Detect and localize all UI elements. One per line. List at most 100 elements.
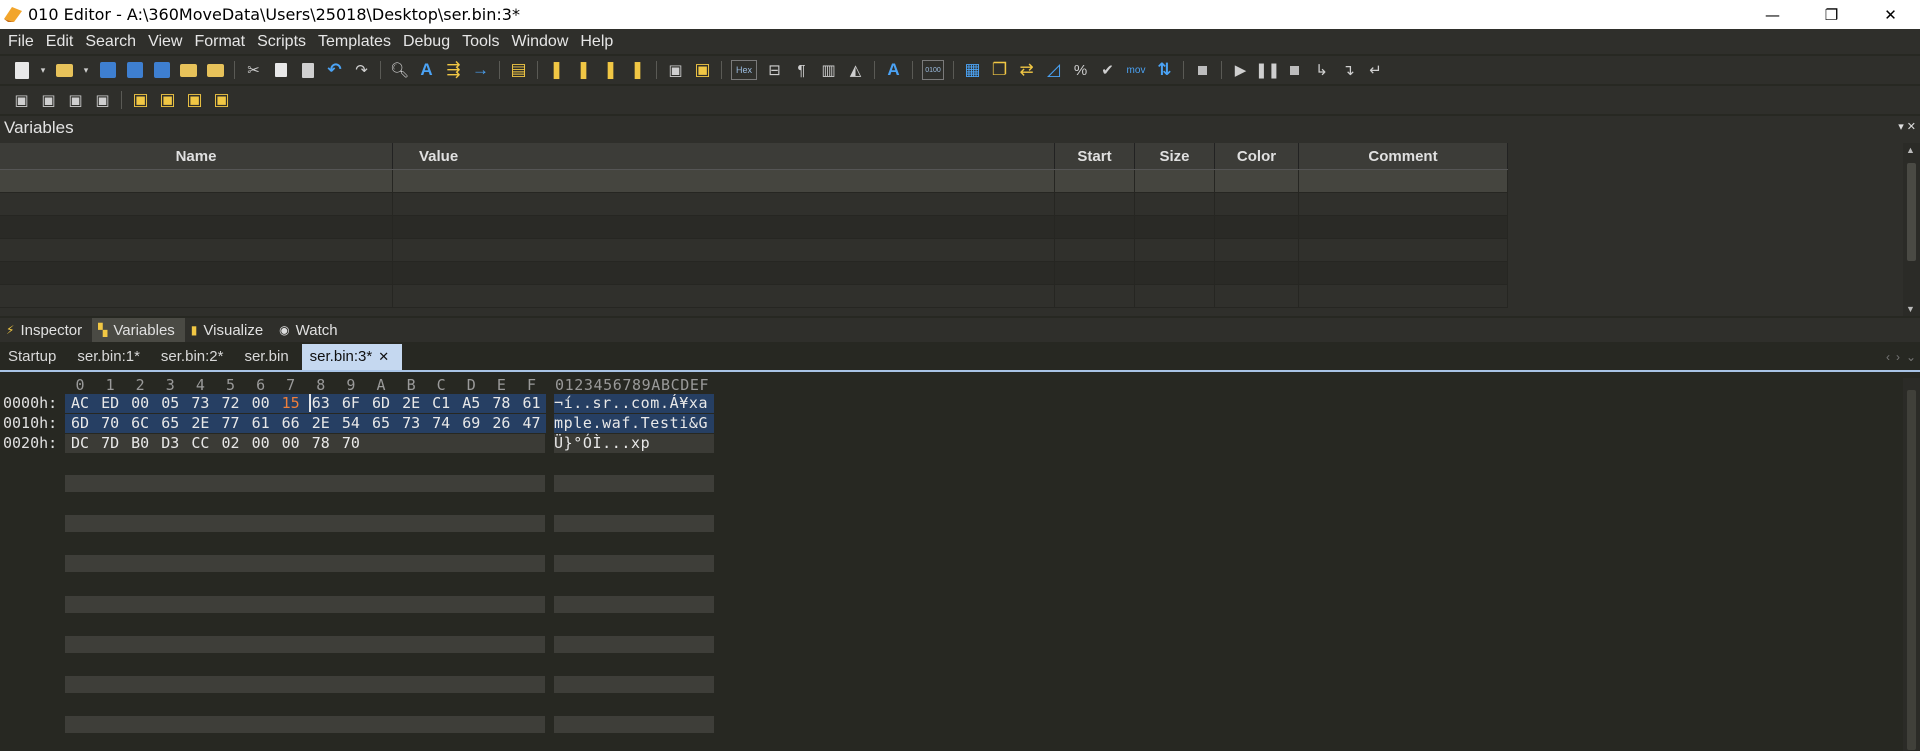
- column-header-start[interactable]: Start: [1055, 143, 1135, 169]
- hex-byte[interactable]: 6D: [65, 414, 95, 432]
- histogram-icon[interactable]: ◿: [1044, 60, 1063, 80]
- hex-row[interactable]: 0010h: 6D 70 6C 65 2E 77 61 66 2E 54 65 73 74 69 26 47 mp…: [0, 414, 1900, 434]
- bookmark-toggle-icon[interactable]: ❚: [574, 60, 593, 80]
- print-icon[interactable]: ▤: [509, 60, 528, 80]
- edit-template-icon[interactable]: ▣: [39, 91, 58, 110]
- menu-format[interactable]: Format: [188, 29, 251, 54]
- hex-byte[interactable]: C1: [426, 394, 456, 412]
- open-file-icon[interactable]: [55, 61, 74, 80]
- template-options-icon[interactable]: ▣: [93, 91, 112, 110]
- step-in-icon[interactable]: ↴: [1339, 61, 1358, 80]
- column-header-comment[interactable]: Comment: [1299, 143, 1508, 169]
- script-list-icon[interactable]: ▣: [185, 90, 204, 110]
- hex-byte[interactable]: 54: [336, 414, 366, 432]
- percent-icon[interactable]: %: [1071, 61, 1090, 80]
- hex-byte[interactable]: CC: [185, 434, 215, 452]
- tab-list-icon[interactable]: ⌄: [1906, 350, 1916, 364]
- pause-icon[interactable]: ❚❚: [1255, 61, 1280, 80]
- redo-icon[interactable]: ↷: [352, 61, 371, 80]
- find-in-files-icon[interactable]: ⇶: [444, 60, 463, 80]
- scroll-up-icon[interactable]: ▲: [1906, 145, 1915, 155]
- hex-scrollbar[interactable]: [1903, 378, 1920, 751]
- new-dropdown-icon[interactable]: ▾: [39, 61, 47, 80]
- hex-byte[interactable]: 72: [216, 394, 246, 412]
- hex-byte[interactable]: 65: [366, 414, 396, 432]
- hex-byte[interactable]: 7D: [95, 434, 125, 452]
- hex-byte[interactable]: 70: [95, 414, 125, 432]
- menu-search[interactable]: Search: [79, 29, 142, 54]
- checksum-icon[interactable]: ✔: [1098, 61, 1117, 80]
- stop-icon[interactable]: [1193, 61, 1212, 80]
- hex-byte[interactable]: B0: [125, 434, 155, 452]
- step-over-icon[interactable]: ↳: [1312, 61, 1331, 80]
- hex-byte[interactable]: 73: [396, 414, 426, 432]
- mov-icon[interactable]: mov: [1125, 61, 1147, 80]
- bookmark-prev-icon[interactable]: ❚: [628, 60, 647, 80]
- hex-byte[interactable]: 47: [517, 414, 547, 432]
- hex-row[interactable]: 0000h: AC ED 00 05 73 72 00 15 63 6F 6D 2E C1 A5 78 61 ¬í…: [0, 394, 1900, 414]
- menu-tools[interactable]: Tools: [456, 29, 505, 54]
- hex-byte[interactable]: 61: [517, 394, 547, 412]
- template-icon[interactable]: ▣: [666, 61, 685, 80]
- hex-byte[interactable]: 2E: [396, 394, 426, 412]
- scrollbar-thumb[interactable]: [1907, 390, 1916, 750]
- column-header-size[interactable]: Size: [1135, 143, 1215, 169]
- script-icon[interactable]: ▣: [693, 60, 712, 80]
- paste-icon[interactable]: [298, 61, 317, 80]
- tab-right-icon[interactable]: ›: [1896, 350, 1900, 364]
- hex-byte[interactable]: 78: [306, 434, 336, 452]
- hex-byte[interactable]: AC: [65, 394, 95, 412]
- hex-row[interactable]: 0020h: DC 7D B0 D3 CC 02 00 00 78 70 Ü}°ÓÌ...xp: [0, 434, 1900, 454]
- file-tab-ser-bin[interactable]: ser.bin: [236, 344, 301, 370]
- save-icon[interactable]: [98, 61, 117, 80]
- paragraph-icon[interactable]: ¶: [792, 61, 811, 80]
- ascii-text[interactable]: ¬í..sr..com.Á¥xa: [554, 394, 708, 412]
- open-dropdown-icon[interactable]: ▾: [82, 61, 90, 80]
- menu-help[interactable]: Help: [574, 29, 619, 54]
- hex-byte[interactable]: 70: [336, 434, 366, 452]
- variables-scrollbar[interactable]: ▲ ▼: [1903, 143, 1920, 316]
- hex-byte[interactable]: 74: [426, 414, 456, 432]
- column-header-name[interactable]: Name: [0, 143, 393, 169]
- variables-row[interactable]: [0, 193, 1508, 216]
- copy-icon[interactable]: [271, 61, 290, 80]
- hex-byte[interactable]: D3: [155, 434, 185, 452]
- variables-row[interactable]: [0, 239, 1508, 262]
- hex-byte[interactable]: 6D: [366, 394, 396, 412]
- hex-mode-button[interactable]: Hex: [731, 60, 757, 80]
- hex-byte[interactable]: ED: [95, 394, 125, 412]
- menu-templates[interactable]: Templates: [312, 29, 397, 54]
- menu-debug[interactable]: Debug: [397, 29, 456, 54]
- hex-byte[interactable]: 61: [246, 414, 276, 432]
- debug-stop-icon[interactable]: [1285, 61, 1304, 80]
- run-script-icon[interactable]: ▣: [131, 90, 150, 110]
- hex-editor[interactable]: 0123456789ABCDEF 0123456789ABCDEF 0000h:…: [0, 374, 1920, 751]
- tab-inspector[interactable]: ⚡︎ Inspector: [0, 318, 92, 342]
- scrollbar-thumb[interactable]: [1907, 163, 1916, 261]
- tab-left-icon[interactable]: ‹: [1886, 350, 1890, 364]
- find-icon[interactable]: 🔍︎: [390, 61, 409, 80]
- calculator-icon[interactable]: ▦: [963, 60, 982, 80]
- variables-row[interactable]: [0, 216, 1508, 239]
- file-tab-ser-bin-3[interactable]: ser.bin:3* ✕: [301, 344, 403, 370]
- hex-byte[interactable]: 15: [276, 394, 306, 412]
- columns-icon[interactable]: ⊟: [765, 61, 784, 80]
- goto-icon[interactable]: →: [471, 60, 490, 80]
- scroll-down-icon[interactable]: ▼: [1906, 304, 1915, 314]
- hex-byte[interactable]: 6F: [336, 394, 366, 412]
- grid-icon[interactable]: ▥: [819, 61, 838, 80]
- highlight-icon[interactable]: ◭: [846, 61, 865, 80]
- minimize-button[interactable]: —: [1743, 0, 1802, 29]
- convert-icon[interactable]: ⇄: [1017, 60, 1036, 80]
- hex-byte[interactable]: 05: [155, 394, 185, 412]
- save-all-icon[interactable]: [152, 61, 171, 80]
- ascii-text[interactable]: Ü}°ÓÌ...xp: [554, 434, 650, 452]
- tab-watch[interactable]: ◉ Watch: [273, 318, 347, 342]
- close-button[interactable]: ✕: [1861, 0, 1920, 29]
- bookmark-icon[interactable]: ❚: [547, 60, 566, 80]
- close-tab-icon[interactable]: ✕: [378, 344, 389, 370]
- file-tab-startup[interactable]: Startup: [0, 344, 69, 370]
- column-header-value[interactable]: Value: [393, 143, 1055, 169]
- menu-edit[interactable]: Edit: [40, 29, 80, 54]
- tab-variables[interactable]: ▚ Variables: [92, 318, 185, 342]
